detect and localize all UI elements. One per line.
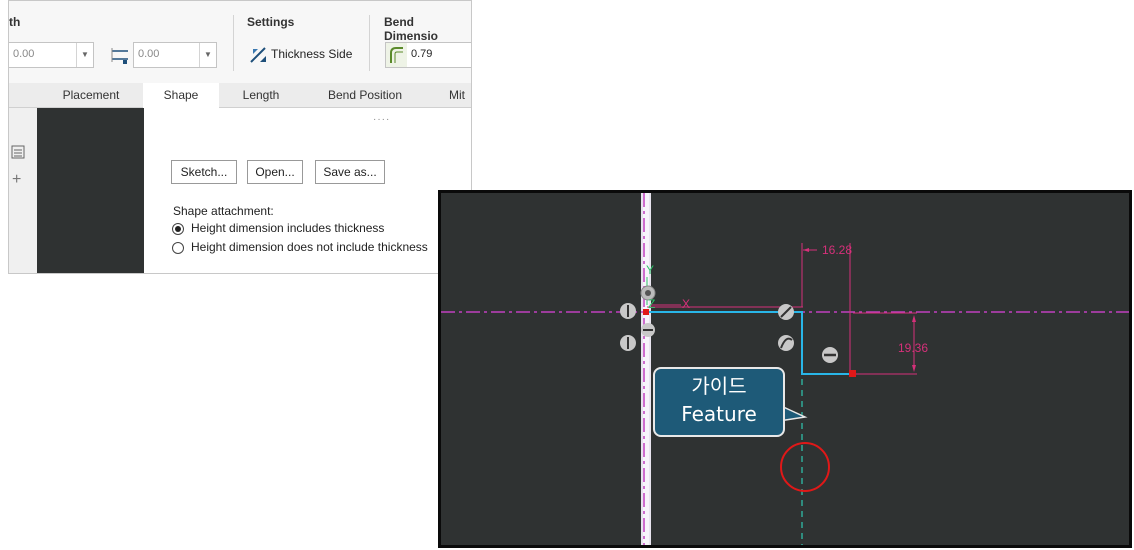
length-value-text: 0.00 (13, 48, 35, 60)
guide-feature-callout: 가이드 Feature (653, 367, 785, 437)
radio-button[interactable] (172, 242, 184, 254)
dimension-vertical[interactable]: 19.36 (898, 341, 928, 355)
list-icon[interactable] (11, 144, 27, 165)
y-axis-label: Y (646, 263, 655, 277)
ribbon: th Settings Bend Dimensio 0.00 ▼ 0.00 ▼ (9, 1, 471, 83)
sketch-viewport[interactable]: 16.28 19.36 Y Z X 가이드 Feature (438, 190, 1132, 548)
option-includes-thickness[interactable]: Height dimension includes thickness (172, 221, 462, 237)
chevron-down-icon[interactable]: ▼ (199, 43, 216, 67)
ribbon-separator (369, 15, 370, 71)
chevron-down-icon[interactable]: ▼ (76, 43, 93, 67)
length-value-text-2: 0.00 (138, 48, 160, 60)
parallel-constraint-icon[interactable] (778, 335, 794, 351)
sheetmetal-dashboard: th Settings Bend Dimensio 0.00 ▼ 0.00 ▼ (8, 0, 472, 274)
length-type-icon[interactable] (109, 45, 131, 65)
tab-length[interactable]: Length (219, 83, 303, 107)
settings-group-title: Settings (247, 15, 295, 29)
tab-shape[interactable]: Shape (143, 83, 219, 108)
add-icon[interactable]: + (12, 172, 21, 188)
ribbon-separator (233, 15, 234, 71)
dimension-arrow (912, 365, 916, 372)
thickness-side-icon (249, 46, 269, 69)
length-group-title: th (9, 15, 21, 29)
radio-button-selected[interactable] (172, 223, 184, 235)
length-value-combo[interactable]: 0.00 ▼ (9, 42, 94, 68)
sketch-endpoint[interactable] (849, 370, 856, 377)
option-excludes-thickness[interactable]: Height dimension does not include thickn… (172, 240, 471, 256)
callout-line-1: 가이드 (691, 374, 747, 398)
tool-strip: + (9, 108, 37, 273)
sketch-profile[interactable] (647, 311, 851, 375)
tab-placement[interactable]: Placement (39, 83, 143, 107)
bend-radius-icon[interactable] (385, 42, 409, 68)
bend-dimension-group-title: Bend Dimensio (384, 15, 439, 43)
x-axis-label: X (682, 297, 691, 311)
dimension-horizontal[interactable]: 16.28 (822, 243, 852, 257)
thickness-side-button[interactable]: Thickness Side (249, 45, 359, 65)
bend-radius-value: 0.79 (411, 48, 433, 60)
sash-handle[interactable]: ···· (373, 114, 390, 125)
tab-bend-position[interactable]: Bend Position (303, 83, 427, 107)
z-axis-label: Z (648, 297, 656, 311)
shape-attachment-title: Shape attachment: (173, 204, 274, 218)
open-button[interactable]: Open... (247, 160, 303, 184)
dimension-arrow (912, 315, 916, 322)
dashboard-tabs: Placement Shape Length Bend Position Mit (9, 83, 471, 108)
length-value-combo-2[interactable]: 0.00 ▼ (133, 42, 217, 68)
highlight-circle (780, 442, 830, 492)
bend-radius-value-field[interactable]: 0.79 (407, 42, 471, 68)
shape-preview-area (37, 108, 144, 273)
save-as-button[interactable]: Save as... (315, 160, 385, 184)
origin-icon-center (645, 290, 651, 296)
dimension-arrow (803, 248, 809, 252)
thickness-side-label: Thickness Side (271, 47, 353, 61)
sketch-button[interactable]: Sketch... (171, 160, 237, 184)
tab-miter[interactable]: Mit (427, 83, 471, 107)
option-excludes-thickness-label: Height dimension does not include thickn… (191, 240, 428, 254)
callout-line-2: Feature (681, 402, 757, 426)
sketch-graphics (441, 193, 1129, 545)
option-includes-thickness-label: Height dimension includes thickness (191, 221, 385, 235)
